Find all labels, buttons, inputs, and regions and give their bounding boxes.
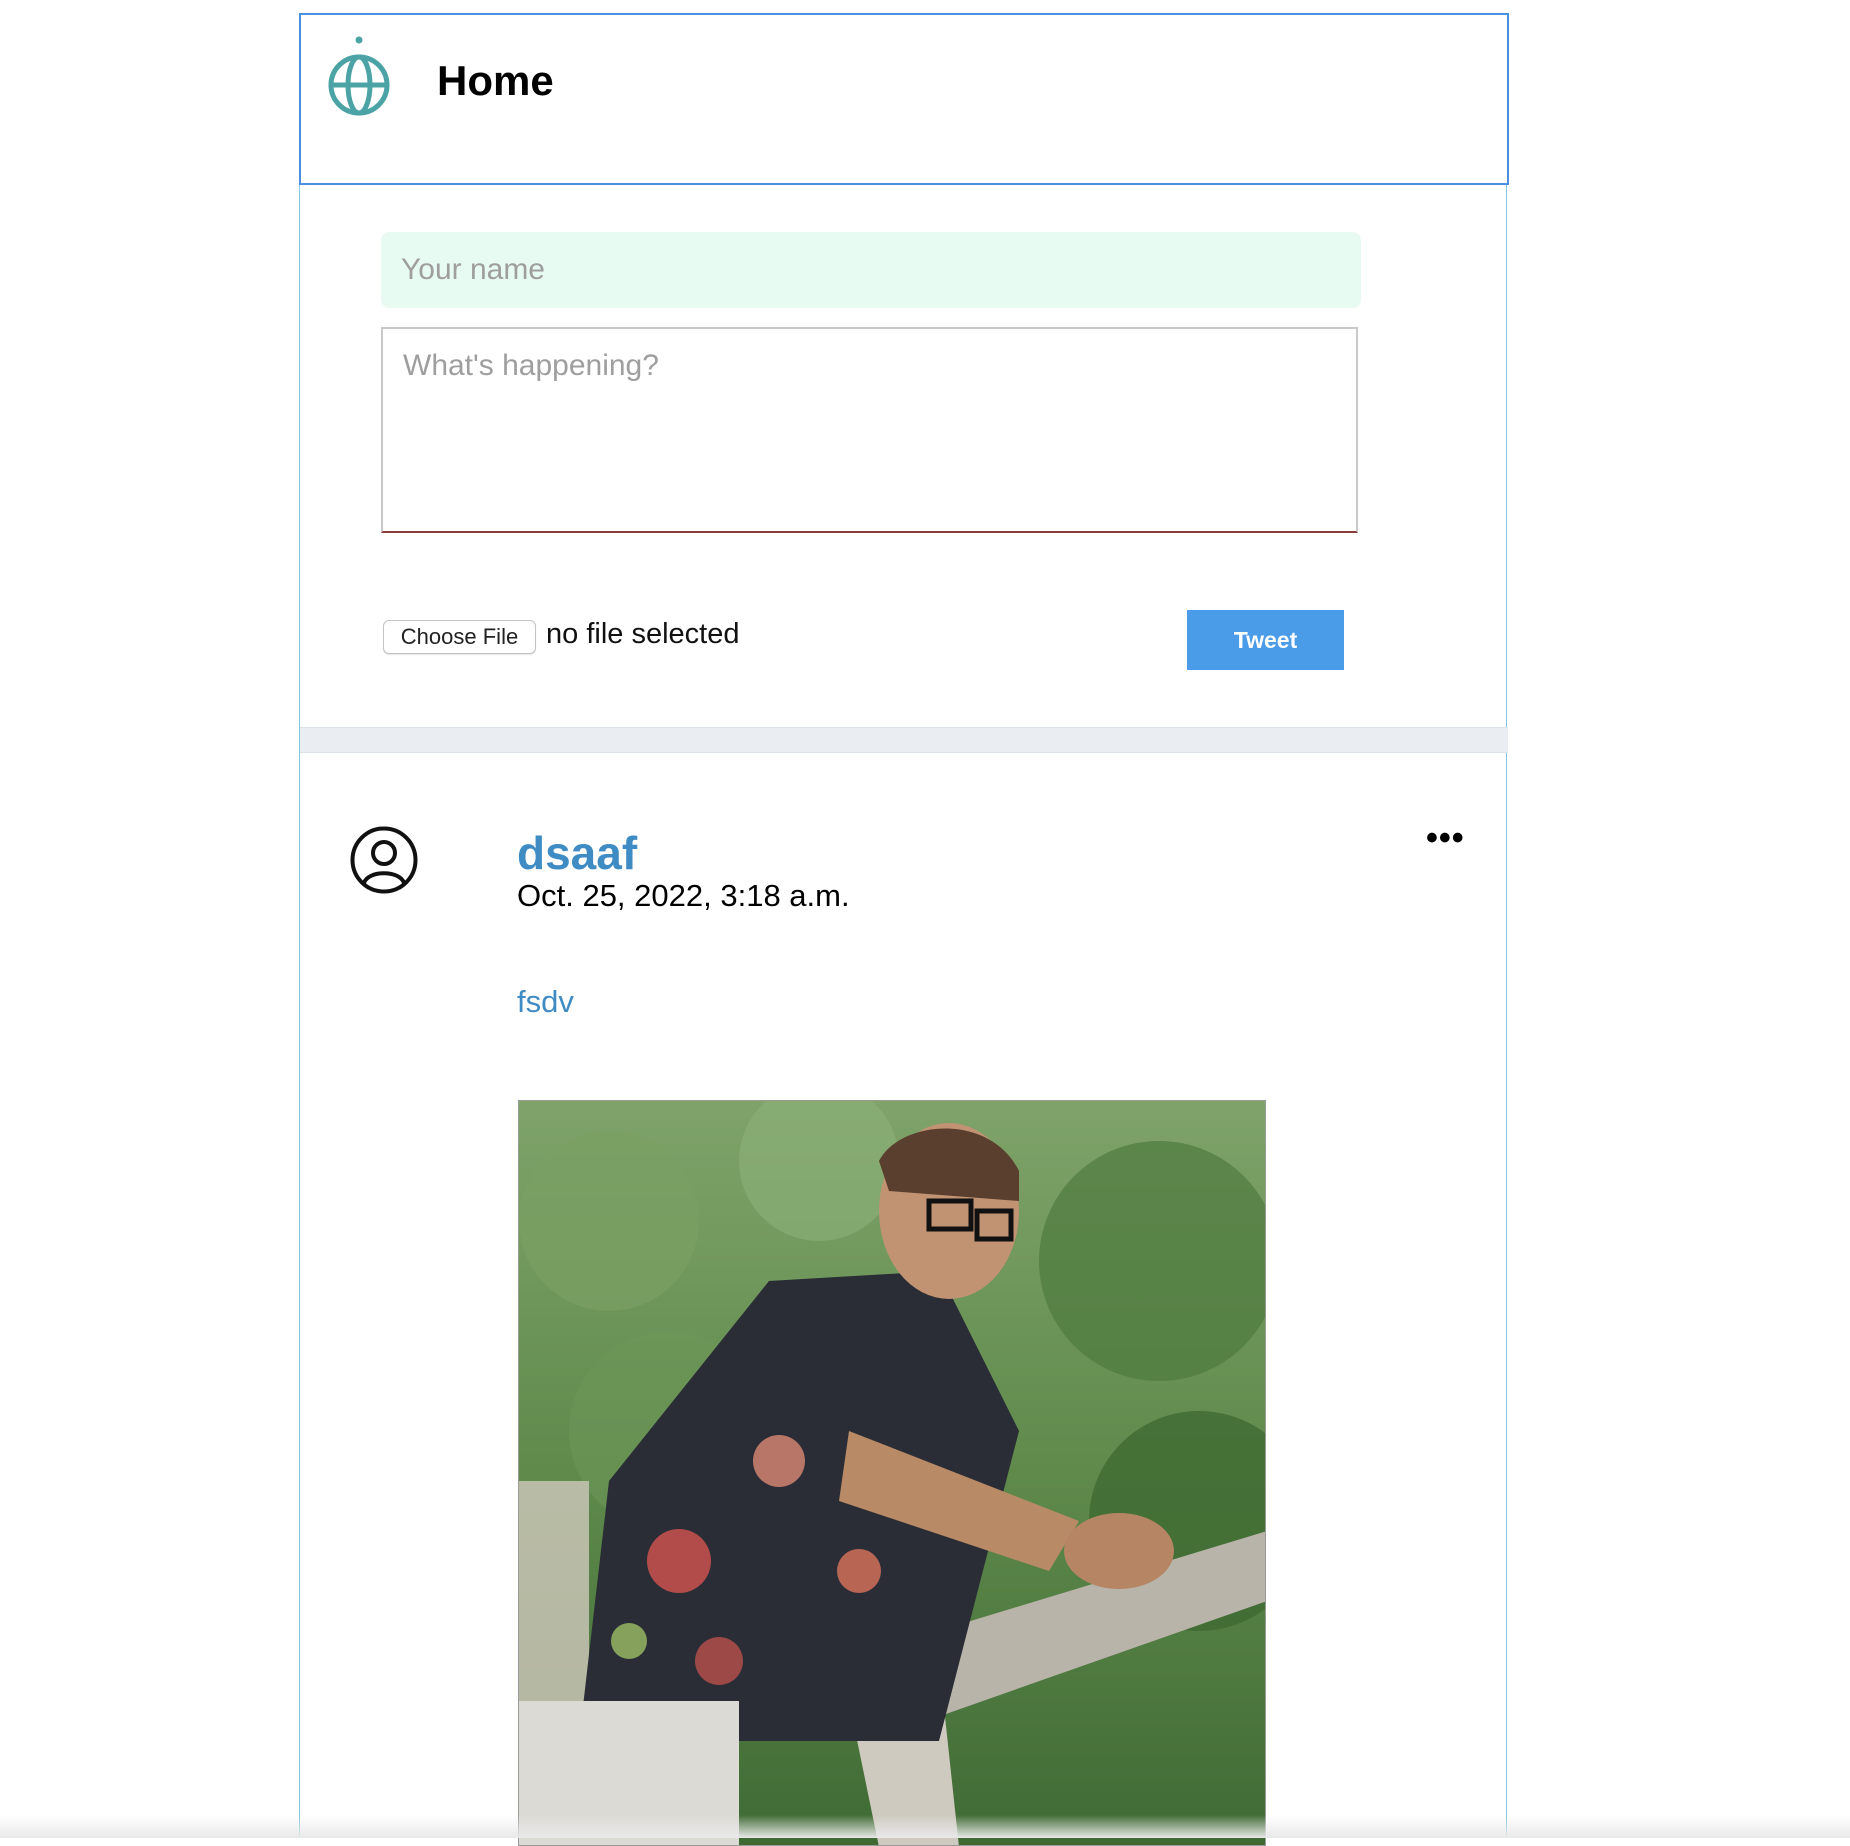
more-options-icon[interactable]: •••	[1426, 821, 1470, 855]
post-username[interactable]: dsaaf	[517, 826, 637, 880]
window-bottom-edge	[0, 1815, 1850, 1838]
globe-icon[interactable]	[326, 35, 392, 125]
post-text[interactable]: fsdv	[517, 984, 574, 1020]
user-circle-icon[interactable]	[350, 826, 418, 894]
page-header: Home	[299, 13, 1509, 185]
tweet-button[interactable]: Tweet	[1187, 610, 1344, 670]
tweet-textarea[interactable]	[381, 327, 1358, 533]
post-image[interactable]	[518, 1100, 1266, 1846]
file-status-label: no file selected	[546, 618, 740, 650]
page-title: Home	[437, 57, 554, 104]
post-timestamp: Oct. 25, 2022, 3:18 a.m.	[517, 878, 850, 913]
choose-file-button[interactable]: Choose File	[383, 620, 536, 654]
name-input[interactable]	[381, 232, 1361, 308]
section-divider	[300, 727, 1508, 753]
